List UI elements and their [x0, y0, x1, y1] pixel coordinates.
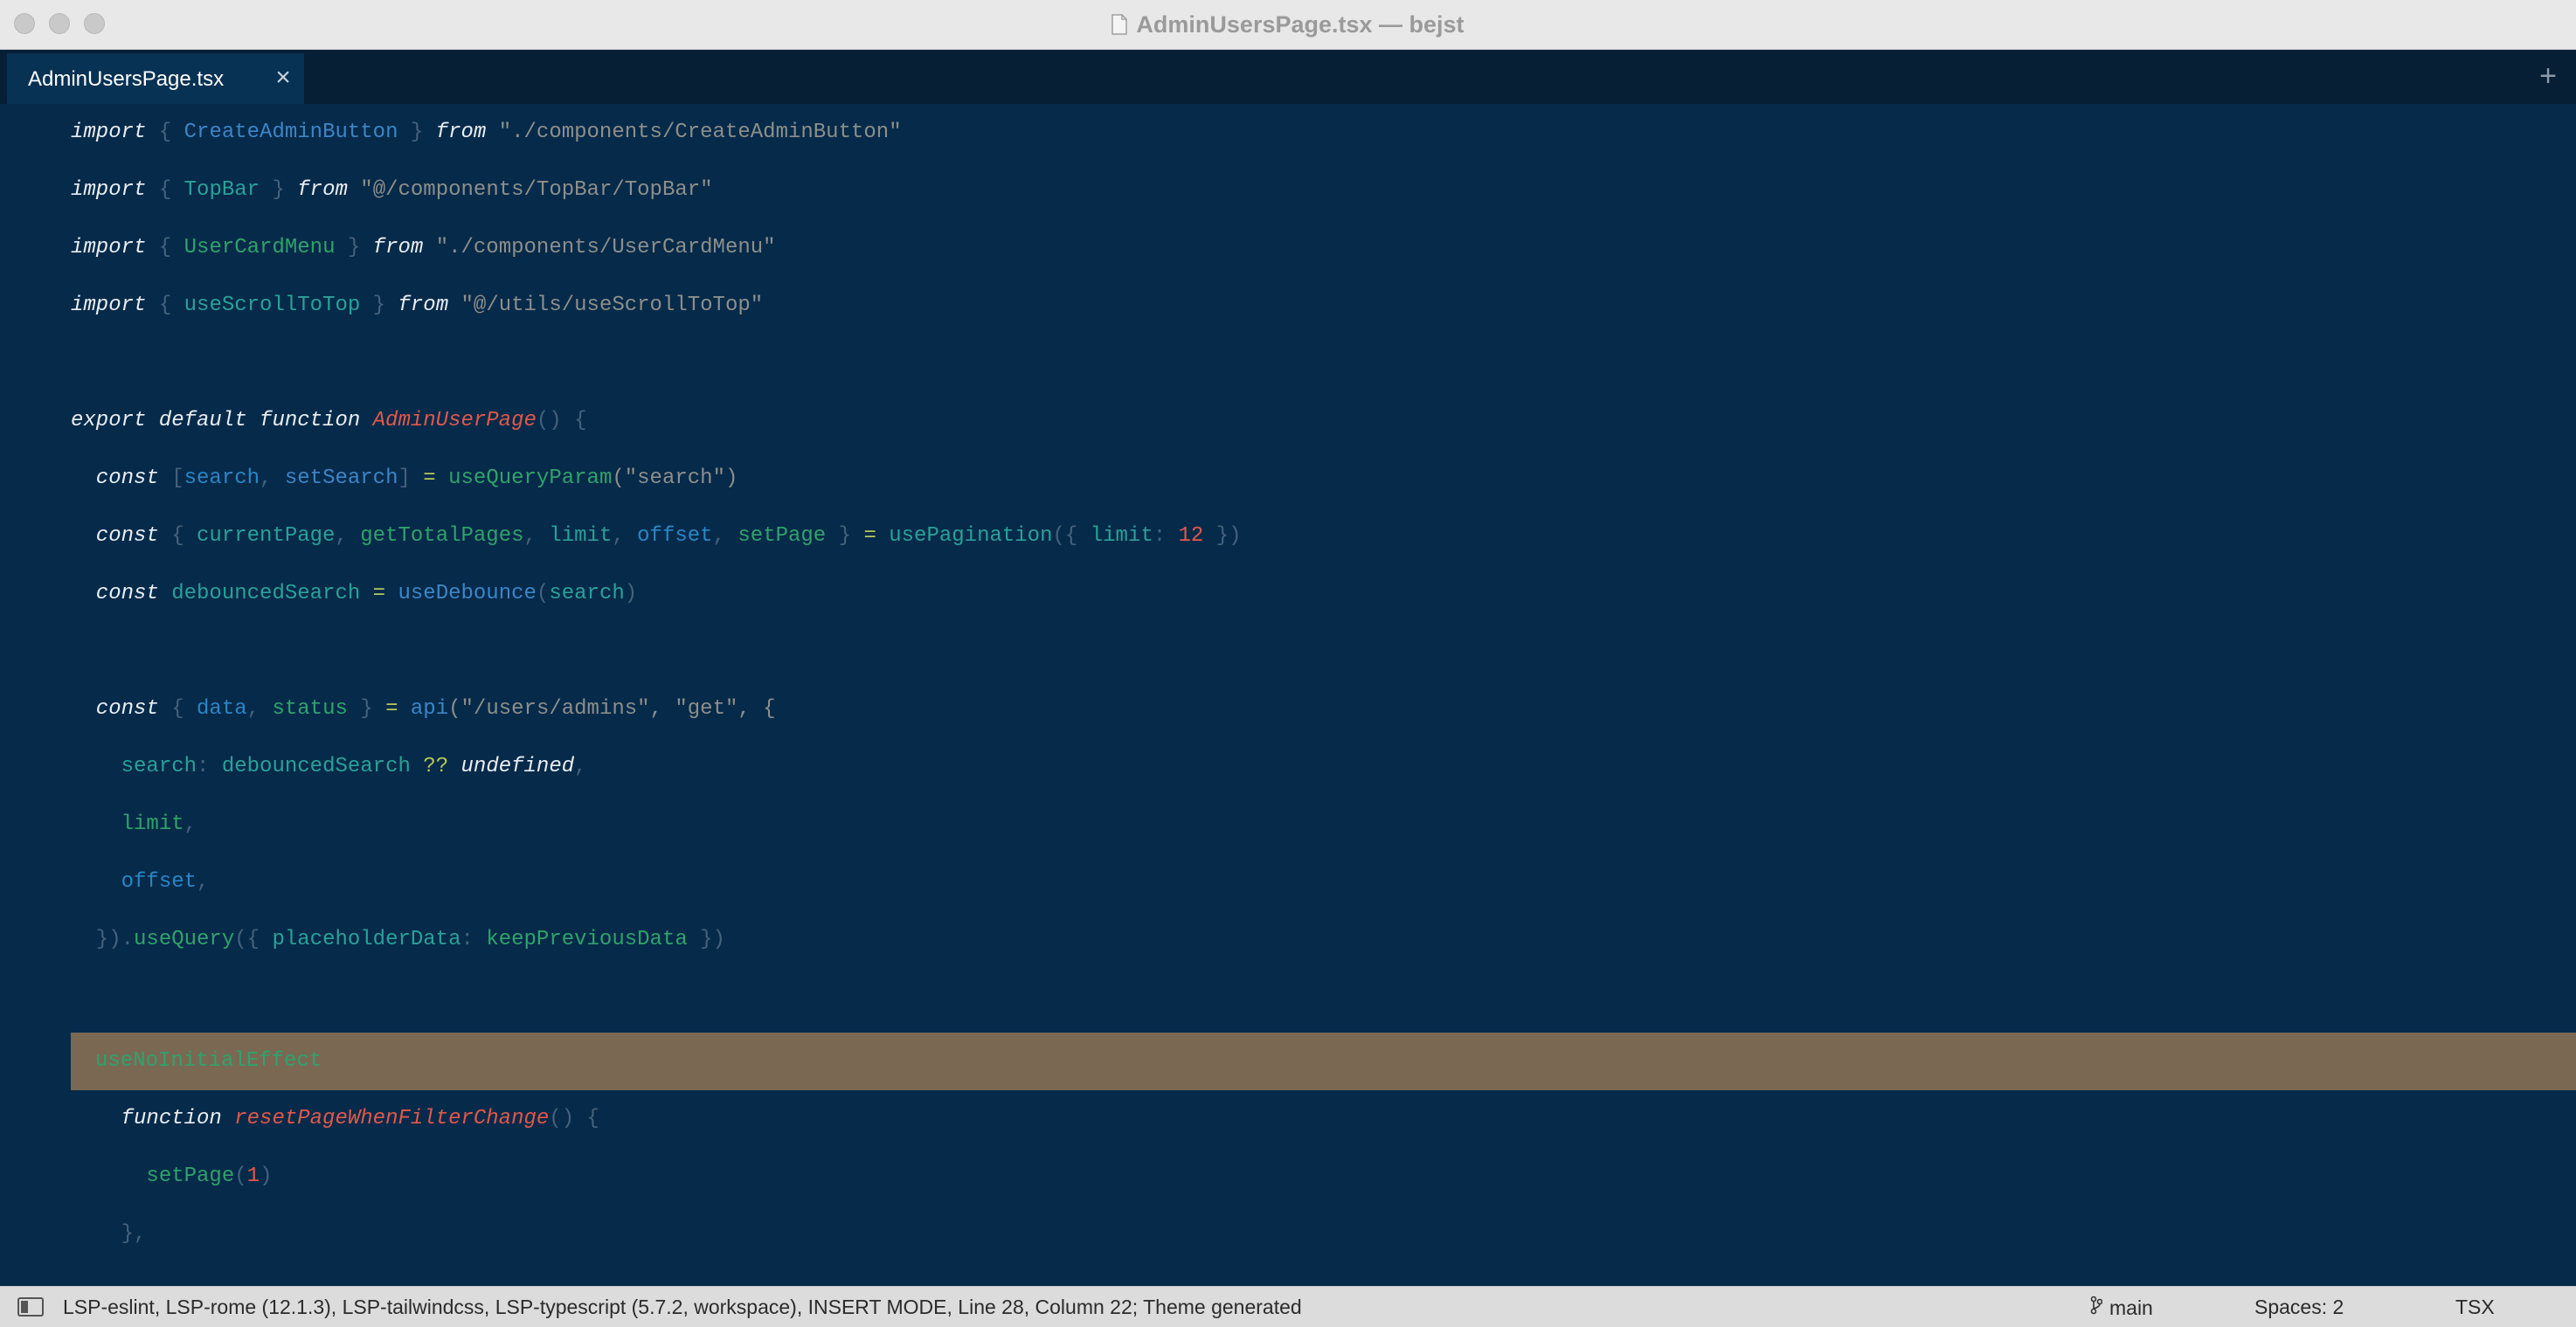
document-icon: [1111, 14, 1128, 35]
status-text: LSP-eslint, LSP-rome (12.1.3), LSP-tailw…: [63, 1296, 1302, 1318]
code-line: import { CreateAdminButton } from "./com…: [71, 121, 902, 144]
code-line: const { currentPage, getTotalPages, limi…: [71, 524, 1242, 548]
code-line: const [search, setSearch] = useQueryPara…: [71, 467, 738, 490]
tab-admin-users-page[interactable]: AdminUsersPage.tsx ×: [7, 53, 304, 104]
sidebar-toggle-icon[interactable]: [17, 1297, 44, 1317]
tab-label: AdminUsersPage.tsx: [28, 67, 225, 91]
code-line: const debouncedSearch = useDebounce(sear…: [71, 582, 638, 605]
code-line: search: debouncedSearch ?? undefined,: [121, 755, 587, 778]
code-line: function resetPageWhenFilterChange() {: [71, 1107, 599, 1130]
code-line: const { data, status } = api("/users/adm…: [71, 697, 776, 721]
git-branch-icon: [2090, 1296, 2103, 1320]
code-line: }).useQuery({ placeholderData: keepPrevi…: [71, 928, 725, 951]
git-branch[interactable]: main: [2090, 1296, 2153, 1320]
git-branch-label: main: [2109, 1296, 2153, 1319]
code-line: import { useScrollToTop } from "@/utils/…: [71, 294, 764, 317]
code-line: offset,: [121, 870, 210, 894]
indentation-setting[interactable]: Spaces: 2: [2254, 1296, 2344, 1319]
syntax-setting[interactable]: TSX: [2455, 1296, 2495, 1319]
window-title: AdminUsersPage.tsx — bejst: [1136, 10, 1465, 38]
tab-close-icon[interactable]: ×: [271, 62, 295, 93]
code-line: },: [71, 1222, 147, 1246]
status-bar: LSP-eslint, LSP-rome (12.1.3), LSP-tailw…: [0, 1286, 2576, 1327]
code-line: setPage(1): [146, 1165, 273, 1188]
code-line: export default function AdminUserPage() …: [71, 409, 587, 432]
code-editor[interactable]: import { CreateAdminButton } from "./com…: [0, 104, 2576, 1286]
code-line: import { UserCardMenu } from "./componen…: [71, 236, 776, 259]
new-tab-button[interactable]: +: [2532, 55, 2564, 97]
code-line: limit,: [121, 812, 197, 836]
code-line: import { TopBar } from "@/components/Top…: [71, 178, 713, 202]
title-bar: AdminUsersPage.tsx — bejst: [0, 0, 2576, 50]
highlighted-code-line: useNoInitialEffect: [0, 1033, 2576, 1090]
tab-bar: AdminUsersPage.tsx × +: [0, 50, 2576, 104]
